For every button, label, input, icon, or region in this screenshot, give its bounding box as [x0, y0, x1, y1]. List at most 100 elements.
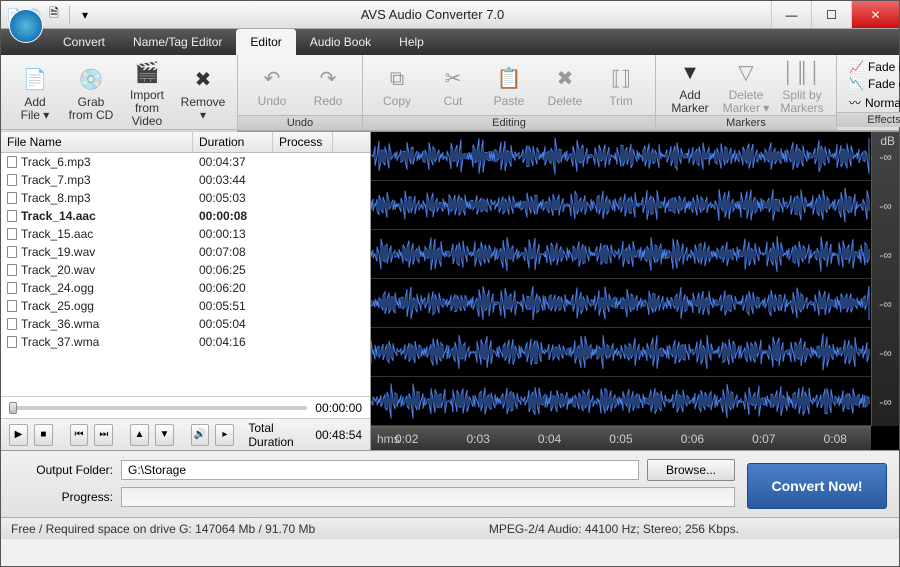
move-up-button[interactable]: ▲	[130, 424, 149, 446]
file-row[interactable]: Track_24.ogg00:06:20	[1, 279, 370, 297]
file-row[interactable]: Track_14.aac00:00:08	[1, 207, 370, 225]
close-button[interactable]: ✕	[851, 1, 899, 28]
tab-audio-book[interactable]: Audio Book	[296, 29, 385, 55]
tab-convert[interactable]: Convert	[49, 29, 119, 55]
file-row[interactable]: Track_8.mp300:05:03	[1, 189, 370, 207]
slider-thumb[interactable]	[9, 402, 17, 414]
trim-icon: ⟦⟧	[607, 65, 635, 93]
file-row[interactable]: Track_19.wav00:07:08	[1, 243, 370, 261]
db-tick: -∞	[879, 199, 892, 213]
file-duration: 00:06:20	[193, 281, 273, 295]
playback-controls: ▶ ■ ⏮ ⏭ ▲ ▼ 🔊 ▸ Total Duration 00:48:54	[1, 418, 370, 450]
volume-more[interactable]: ▸	[215, 424, 234, 446]
group-editing: ⧉Copy✂Cut📋Paste✖Delete⟦⟧Trim Editing	[363, 55, 656, 130]
separator	[69, 6, 70, 24]
fade-out-icon: 📉	[849, 77, 864, 91]
time-ruler[interactable]: hms 0:020:030:040:050:060:070:08	[371, 426, 871, 450]
waveform-track[interactable]	[371, 279, 871, 328]
waveform-track[interactable]	[371, 328, 871, 377]
progress-label: Progress:	[13, 490, 113, 504]
file-row[interactable]: Track_25.ogg00:05:51	[1, 297, 370, 315]
cut-button[interactable]: ✂Cut	[429, 65, 477, 108]
minimize-button[interactable]: —	[771, 1, 811, 28]
file-name: Track_7.mp3	[21, 173, 91, 187]
file-row[interactable]: Track_36.wma00:05:04	[1, 315, 370, 333]
file-row[interactable]: Track_37.wma00:04:16	[1, 333, 370, 351]
group-label: Undo	[238, 115, 362, 130]
qat-remove-icon[interactable]: 🗎	[45, 6, 63, 24]
output-panel: Output Folder: Browse... Progress: Conve…	[1, 451, 899, 517]
waveform-track[interactable]	[371, 132, 871, 181]
delete-button[interactable]: ✖Delete	[541, 65, 589, 108]
file-icon	[7, 336, 17, 348]
file-name: Track_37.wma	[21, 335, 99, 349]
effect-label: Normalize	[865, 96, 900, 110]
file-duration: 00:07:08	[193, 245, 273, 259]
tab-editor[interactable]: Editor	[236, 29, 295, 55]
next-button[interactable]: ⏭	[94, 424, 113, 446]
file-list-header: File Name Duration Process	[1, 132, 370, 153]
col-duration[interactable]: Duration	[193, 132, 273, 152]
db-label: dB	[880, 134, 895, 148]
col-filename[interactable]: File Name	[1, 132, 193, 152]
file-row[interactable]: Track_15.aac00:00:13	[1, 225, 370, 243]
app-icon[interactable]	[9, 9, 43, 43]
group-markers: ▼AddMarker▽DeleteMarker ▾│║│Split byMark…	[656, 55, 837, 130]
file-duration: 00:04:37	[193, 155, 273, 169]
browse-button[interactable]: Browse...	[647, 459, 735, 481]
prev-button[interactable]: ⏮	[70, 424, 89, 446]
file-list[interactable]: Track_6.mp300:04:37Track_7.mp300:03:44Tr…	[1, 153, 370, 396]
db-tick: -∞	[879, 248, 892, 262]
waveform-track[interactable]	[371, 377, 871, 426]
grab-cd-icon: 💿	[77, 66, 105, 94]
button-label: DeleteMarker ▾	[723, 89, 770, 115]
normalize-button[interactable]: 〰Normalize	[845, 93, 900, 112]
add-file-button[interactable]: 📄AddFile ▾	[11, 66, 59, 122]
move-down-button[interactable]: ▼	[155, 424, 174, 446]
window-title: AVS Audio Converter 7.0	[94, 7, 771, 22]
group-files: 📄AddFile ▾💿Grabfrom CD🎬Importfrom Video✖…	[1, 55, 238, 130]
db-tick: -∞	[879, 150, 892, 164]
fade-out-button[interactable]: 📉 Fade out	[845, 76, 900, 92]
add-marker-button[interactable]: ▼AddMarker	[666, 59, 714, 115]
convert-button[interactable]: Convert Now!	[747, 463, 887, 509]
fade-in-button[interactable]: 📈Fade in	[845, 59, 900, 75]
button-label: AddFile ▾	[21, 96, 50, 122]
button-label: Split byMarkers	[780, 89, 823, 115]
paste-button[interactable]: 📋Paste	[485, 65, 533, 108]
remove-button[interactable]: ✖Remove ▾	[179, 66, 227, 122]
output-folder-input[interactable]	[121, 460, 639, 480]
col-process[interactable]: Process	[273, 132, 333, 152]
waveform-panel[interactable]: dB -∞-∞-∞-∞-∞-∞ hms 0:020:030:040:050:06…	[371, 132, 899, 450]
stop-button[interactable]: ■	[34, 424, 53, 446]
total-duration-value: 00:48:54	[315, 428, 362, 442]
trim-button[interactable]: ⟦⟧Trim	[597, 65, 645, 108]
copy-button[interactable]: ⧉Copy	[373, 65, 421, 108]
undo-button[interactable]: ↶Undo	[248, 65, 296, 108]
grab-cd-button[interactable]: 💿Grabfrom CD	[67, 66, 115, 122]
play-button[interactable]: ▶	[9, 424, 28, 446]
file-row[interactable]: Track_20.wav00:06:25	[1, 261, 370, 279]
delete-marker-button[interactable]: ▽DeleteMarker ▾	[722, 59, 770, 115]
add-marker-icon: ▼	[676, 59, 704, 87]
file-row[interactable]: Track_6.mp300:04:37	[1, 153, 370, 171]
qat-dropdown-icon[interactable]: ▾	[76, 6, 94, 24]
split-markers-button[interactable]: │║│Split byMarkers	[778, 59, 826, 115]
volume-button[interactable]: 🔊	[191, 424, 210, 446]
ruler-tick: 0:05	[609, 432, 632, 446]
file-name: Track_36.wma	[21, 317, 99, 331]
tab-name-tag-editor[interactable]: Name/Tag Editor	[119, 29, 236, 55]
redo-button[interactable]: ↷Redo	[304, 65, 352, 108]
file-duration: 00:00:13	[193, 227, 273, 241]
file-duration: 00:05:03	[193, 191, 273, 205]
file-name: Track_14.aac	[21, 209, 96, 223]
tab-help[interactable]: Help	[385, 29, 438, 55]
waveform-track[interactable]	[371, 181, 871, 230]
import-video-button[interactable]: 🎬Importfrom Video	[123, 59, 171, 129]
status-disk: Free / Required space on drive G: 147064…	[11, 522, 315, 536]
position-slider[interactable]: 00:00:00	[1, 396, 370, 418]
waveform-track[interactable]	[371, 230, 871, 279]
maximize-button[interactable]: ☐	[811, 1, 851, 28]
file-row[interactable]: Track_7.mp300:03:44	[1, 171, 370, 189]
effect-label: Fade out	[868, 77, 900, 91]
